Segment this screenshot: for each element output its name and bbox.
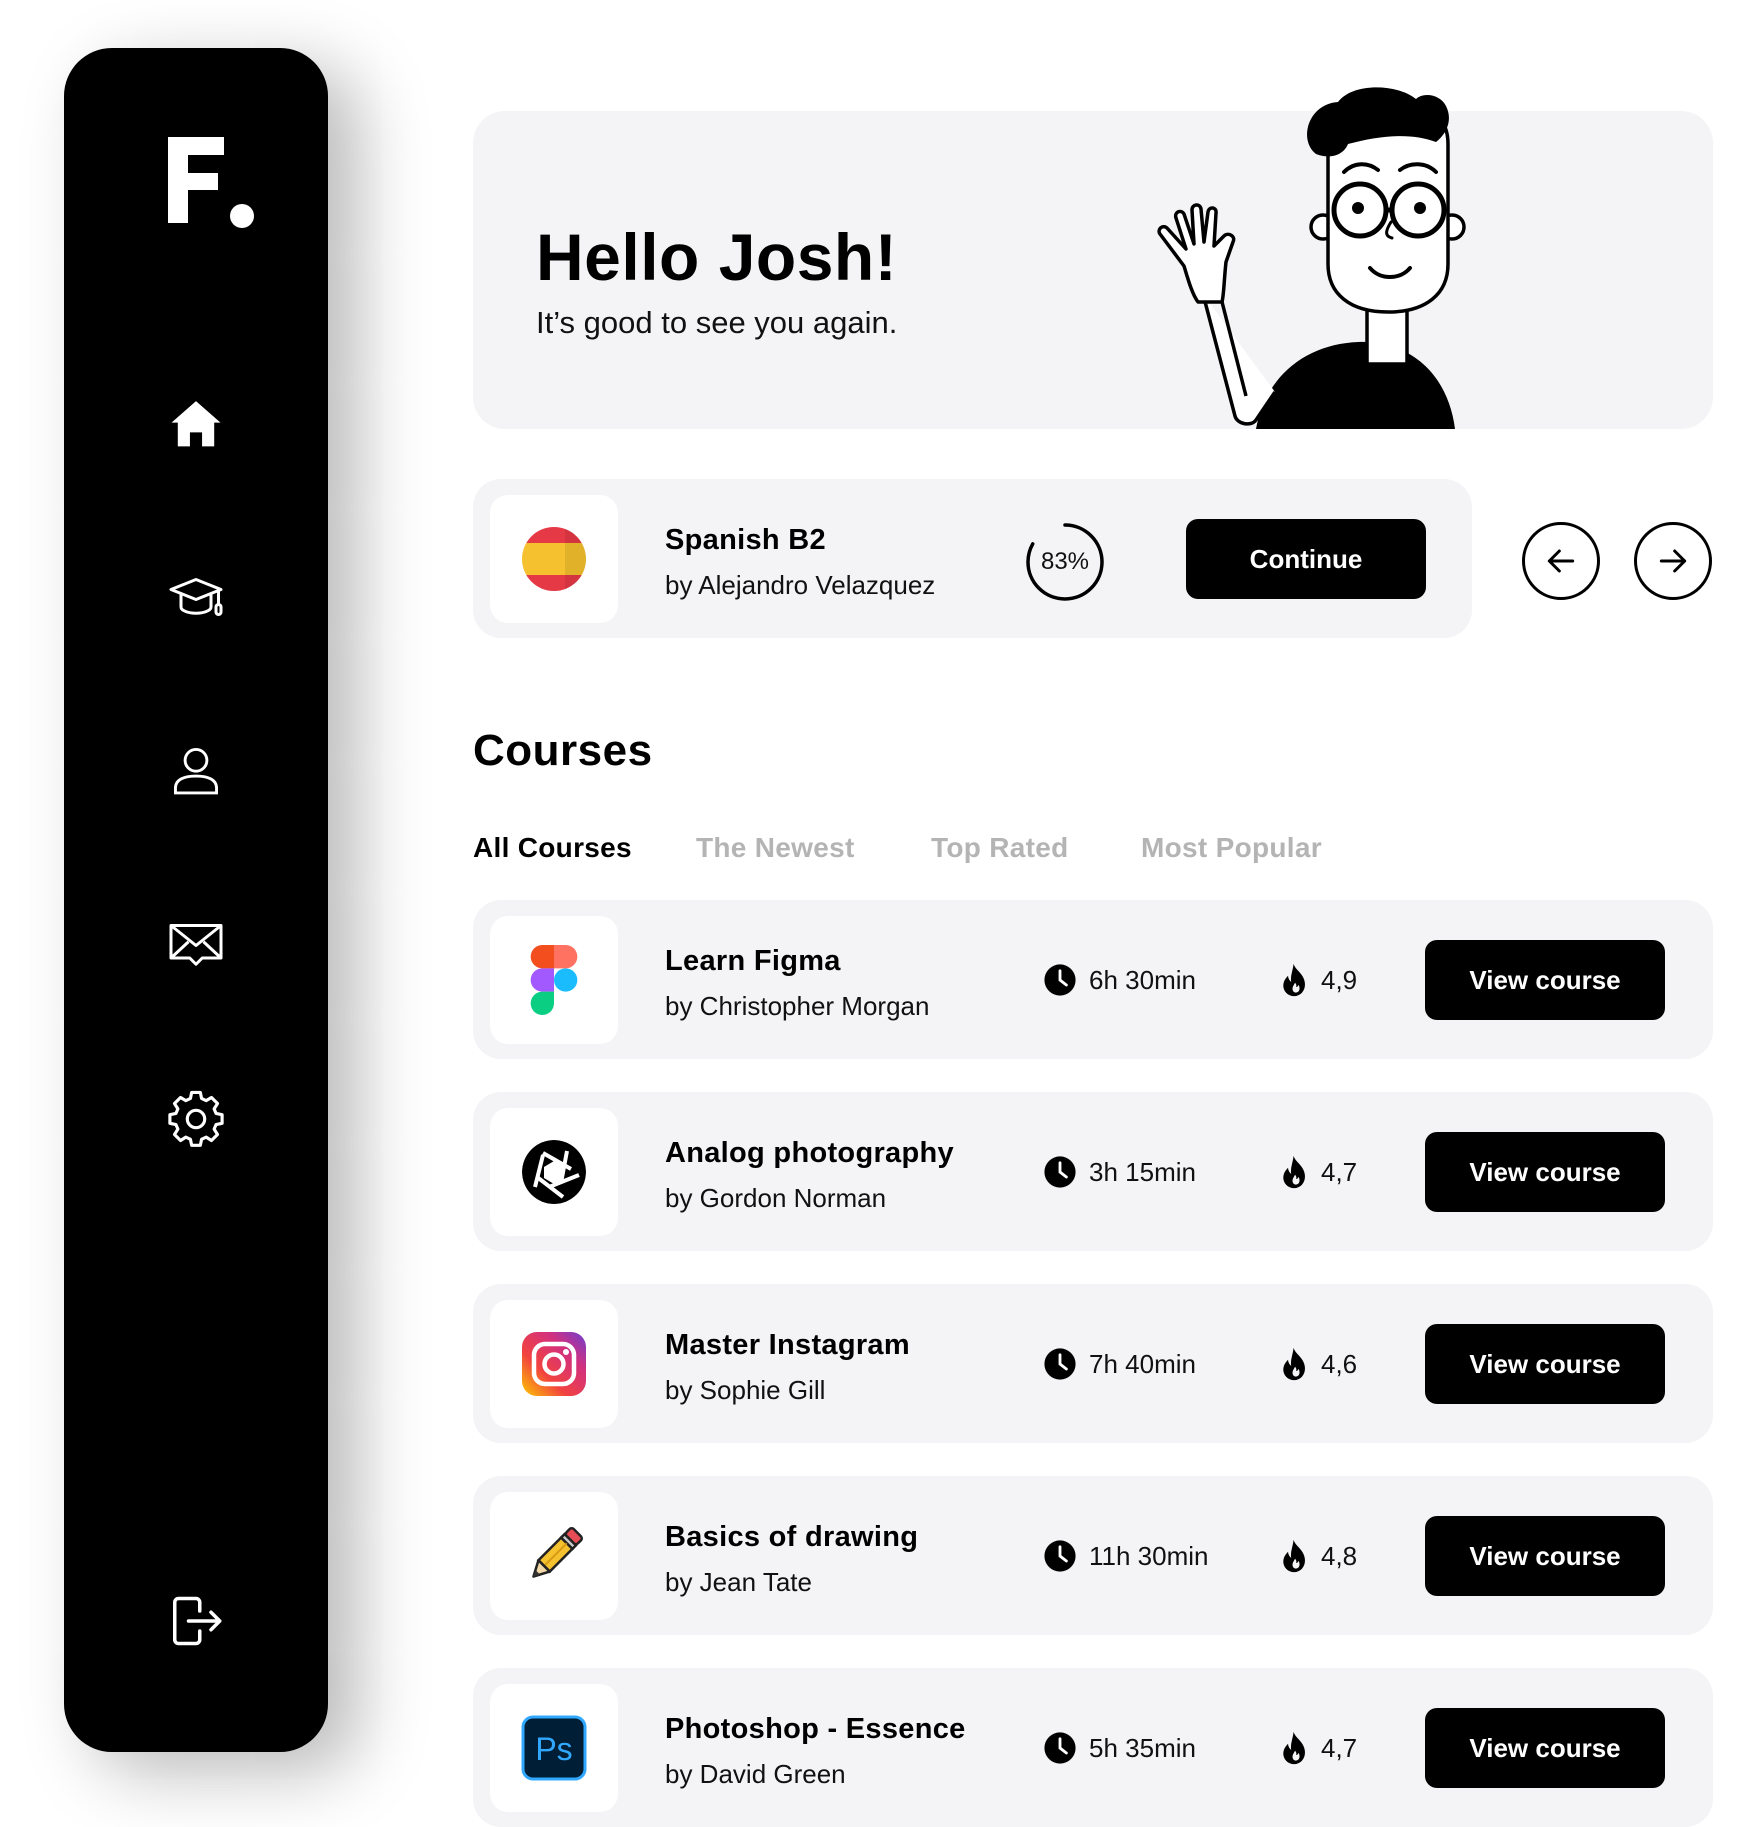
view-course-button[interactable]: View course bbox=[1425, 1516, 1665, 1596]
camera-aperture-icon bbox=[522, 1140, 586, 1204]
logout-icon bbox=[173, 1596, 222, 1646]
nav-logout[interactable] bbox=[146, 1571, 246, 1671]
carousel-prev-button[interactable] bbox=[1522, 522, 1600, 600]
course-author: by Christopher Morgan bbox=[665, 991, 930, 1021]
duration-text: 11h 30min bbox=[1089, 1540, 1209, 1571]
clock-icon bbox=[1044, 1156, 1076, 1188]
carousel-next-button[interactable] bbox=[1634, 522, 1712, 600]
clock-icon bbox=[1044, 1348, 1076, 1380]
course-icon-box bbox=[490, 1108, 618, 1236]
svg-text:Ps: Ps bbox=[535, 1731, 572, 1767]
arrow-left-icon bbox=[1547, 549, 1575, 573]
view-course-button[interactable]: View course bbox=[1425, 1324, 1665, 1404]
course-rating: 4,9 bbox=[1281, 958, 1357, 1002]
user-icon bbox=[174, 748, 218, 795]
course-row: Master Instagram by Sophie Gill 7h 40min… bbox=[473, 1284, 1713, 1443]
course-rating: 4,6 bbox=[1281, 1342, 1357, 1386]
continue-course-card: Spanish B2 by Alejandro Velazquez 83% Co… bbox=[473, 479, 1472, 638]
courses-heading: Courses bbox=[473, 726, 653, 775]
graduation-cap-icon bbox=[169, 578, 223, 616]
nav-messages[interactable] bbox=[146, 893, 246, 993]
duration-text: 3h 15min bbox=[1089, 1156, 1196, 1187]
course-author: by Gordon Norman bbox=[665, 1183, 887, 1213]
course-row: Learn Figma by Christopher Morgan 6h 30m… bbox=[473, 900, 1713, 1059]
rating-text: 4,8 bbox=[1321, 1540, 1358, 1571]
course-icon-box bbox=[490, 1492, 618, 1620]
fire-icon bbox=[1283, 1731, 1305, 1765]
spain-flag-icon bbox=[522, 527, 586, 591]
course-duration: 7h 40min bbox=[1043, 1342, 1196, 1386]
course-author: by Jean Tate bbox=[665, 1567, 812, 1597]
progress-ring: 83% bbox=[1024, 521, 1106, 603]
rating-text: 4,7 bbox=[1321, 1156, 1358, 1187]
view-course-button[interactable]: View course bbox=[1425, 1708, 1665, 1788]
course-author: by Alejandro Velazquez bbox=[665, 570, 936, 600]
duration-text: 6h 30min bbox=[1089, 964, 1196, 995]
course-row: Basics of drawing by Jean Tate 11h 30min… bbox=[473, 1476, 1713, 1635]
continue-button[interactable]: Continue bbox=[1186, 519, 1426, 599]
tab-most-popular[interactable]: Most Popular bbox=[1141, 832, 1322, 864]
waving-man-illustration bbox=[1157, 87, 1466, 429]
tab-the-newest[interactable]: The Newest bbox=[696, 832, 855, 864]
sidebar bbox=[64, 48, 328, 1752]
course-icon-box bbox=[490, 495, 618, 623]
duration-text: 5h 35min bbox=[1089, 1732, 1196, 1763]
course-author: by David Green bbox=[665, 1759, 846, 1789]
figma-icon bbox=[530, 945, 578, 1015]
fire-icon bbox=[1283, 963, 1305, 997]
view-course-button[interactable]: View course bbox=[1425, 940, 1665, 1020]
fire-icon bbox=[1283, 1155, 1305, 1189]
nav-profile[interactable] bbox=[146, 720, 246, 820]
clock-icon bbox=[1044, 964, 1076, 996]
course-icon-box bbox=[490, 1300, 618, 1428]
rating-text: 4,9 bbox=[1321, 964, 1358, 995]
clock-icon bbox=[1044, 1540, 1076, 1572]
course-title: Learn Figma bbox=[665, 945, 841, 977]
logo-icon[interactable] bbox=[154, 133, 254, 233]
tab-all-courses[interactable]: All Courses bbox=[473, 832, 632, 864]
clock-icon bbox=[1044, 1732, 1076, 1764]
greeting-subtitle: It’s good to see you again. bbox=[536, 305, 898, 340]
progress-label: 83% bbox=[1040, 548, 1090, 575]
course-duration: 11h 30min bbox=[1043, 1534, 1209, 1578]
rating-text: 4,6 bbox=[1321, 1348, 1358, 1379]
course-rating: 4,7 bbox=[1281, 1726, 1357, 1770]
fire-icon bbox=[1283, 1539, 1305, 1573]
nav-settings[interactable] bbox=[146, 1069, 246, 1169]
course-rating: 4,7 bbox=[1281, 1150, 1357, 1194]
course-duration: 6h 30min bbox=[1043, 958, 1196, 1002]
course-icon-box bbox=[490, 916, 618, 1044]
course-icon-box: Ps bbox=[490, 1684, 618, 1812]
arrow-right-icon bbox=[1659, 549, 1687, 573]
course-duration: 3h 15min bbox=[1043, 1150, 1196, 1194]
nav-courses[interactable] bbox=[146, 547, 246, 647]
home-icon bbox=[171, 401, 221, 447]
course-title: Photoshop - Essence bbox=[665, 1713, 966, 1745]
course-title: Basics of drawing bbox=[665, 1521, 919, 1553]
course-duration: 5h 35min bbox=[1043, 1726, 1196, 1770]
course-author: by Sophie Gill bbox=[665, 1375, 826, 1405]
pencil-icon bbox=[532, 1527, 583, 1578]
view-course-button[interactable]: View course bbox=[1425, 1132, 1665, 1212]
duration-text: 7h 40min bbox=[1089, 1348, 1196, 1379]
tab-top-rated[interactable]: Top Rated bbox=[931, 832, 1069, 864]
welcome-banner: Hello Josh! It’s good to see you again. bbox=[473, 111, 1713, 429]
nav-home[interactable] bbox=[146, 374, 246, 474]
course-row: Analog photography by Gordon Norman 3h 1… bbox=[473, 1092, 1713, 1251]
photoshop-icon: Ps bbox=[521, 1715, 587, 1781]
gear-icon bbox=[168, 1090, 224, 1147]
course-title: Spanish B2 bbox=[665, 524, 826, 556]
course-title: Analog photography bbox=[665, 1137, 954, 1169]
instagram-icon bbox=[522, 1332, 586, 1396]
mail-icon bbox=[169, 924, 223, 966]
rating-text: 4,7 bbox=[1321, 1732, 1358, 1763]
fire-icon bbox=[1283, 1347, 1305, 1381]
course-title: Master Instagram bbox=[665, 1329, 910, 1361]
greeting-title: Hello Josh! bbox=[536, 220, 898, 294]
course-row: Ps Photoshop - Essence by David Green 5h… bbox=[473, 1668, 1713, 1827]
course-rating: 4,8 bbox=[1281, 1534, 1357, 1578]
